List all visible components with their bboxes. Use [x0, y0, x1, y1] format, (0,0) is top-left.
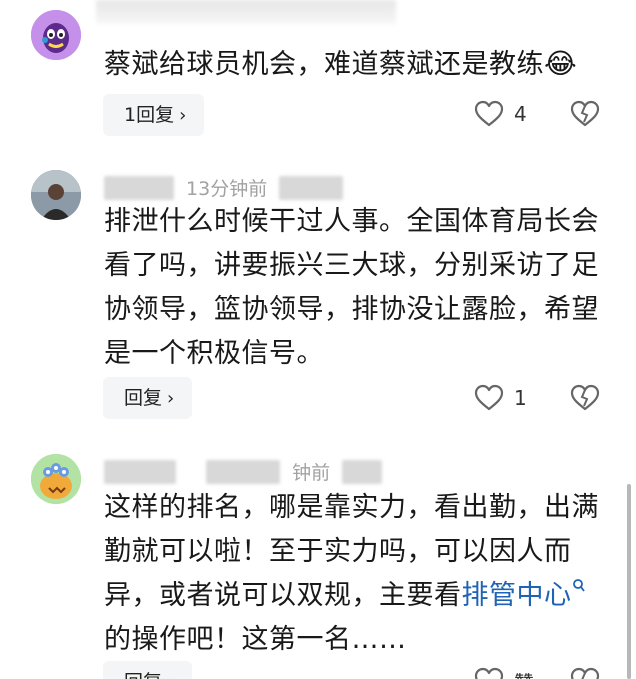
reply-button[interactable]: 回复› — [103, 377, 193, 419]
comment-item: 蔡斌给球员机会，难道蔡斌还是教练😂 1回复 › 4 — [0, 0, 636, 150]
chevron-right-icon: › — [179, 105, 187, 126]
comment-text: 排泄什么时候干过人事。全国体育局长会看了吗，讲要振兴三大球，分别采访了足协领导，… — [104, 206, 599, 369]
heart-outline-icon — [474, 384, 504, 411]
avatar[interactable] — [31, 454, 81, 504]
avatar-cartoon-icon — [31, 10, 81, 60]
laughing-emoji-icon: 😂 — [544, 47, 578, 80]
comment-text: 蔡斌给球员机会，难道蔡斌还是教练😂 — [104, 47, 578, 80]
chevron-right-icon: › — [167, 662, 174, 679]
blurred-location — [342, 459, 383, 484]
avatar-photo-icon — [31, 170, 81, 220]
search-icon — [572, 579, 585, 592]
blurred-username — [104, 175, 174, 200]
reply-button[interactable]: 1回复 › — [103, 94, 205, 136]
comment-item: 13分钟前 排泄什么时候干过人事。全国体育局长会看了吗，讲要振兴三大球，分别采访… — [0, 150, 636, 440]
like-button[interactable]: 4 — [474, 99, 527, 129]
blurred-username — [206, 459, 281, 484]
blurred-username — [104, 459, 176, 484]
blurred-location — [279, 175, 344, 200]
topic-link[interactable]: 排管中心 — [462, 579, 586, 611]
like-count: 赞 — [514, 667, 534, 679]
like-count: 1 — [514, 386, 527, 410]
dislike-broken-heart-icon[interactable] — [570, 667, 600, 679]
comment-time: 钟前 — [292, 462, 331, 484]
comment-time: 13分钟前 — [186, 178, 268, 200]
like-button[interactable]: 1 — [474, 383, 527, 413]
chevron-right-icon: › — [167, 388, 175, 409]
heart-outline-icon — [474, 100, 504, 127]
comment-meta: 钟前 — [104, 458, 383, 484]
scrollbar[interactable] — [627, 484, 631, 679]
comment-item: 钟前 这样的排名，哪是靠实力，看出勤，出满勤就可以啦！至于实力吗，可以因人而异，… — [0, 440, 636, 679]
comments-page: 蔡斌给球员机会，难道蔡斌还是教练😂 1回复 › 4 13分钟前 排泄什么时候干过… — [0, 0, 636, 679]
comment-meta: 13分钟前 — [104, 174, 344, 200]
avatar[interactable] — [31, 10, 81, 60]
like-count: 4 — [514, 102, 527, 126]
comment-text: 这样的排名，哪是靠实力，看出勤，出满勤就可以啦！至于实力吗，可以因人而异，或者说… — [104, 492, 599, 655]
dislike-broken-heart-icon[interactable] — [570, 384, 600, 412]
avatar[interactable] — [31, 170, 81, 220]
reply-button[interactable]: 回复› — [103, 661, 193, 679]
avatar-monster-icon — [31, 454, 81, 504]
heart-outline-icon — [474, 667, 504, 679]
like-button[interactable]: 赞 — [474, 666, 534, 679]
dislike-broken-heart-icon[interactable] — [570, 100, 600, 128]
